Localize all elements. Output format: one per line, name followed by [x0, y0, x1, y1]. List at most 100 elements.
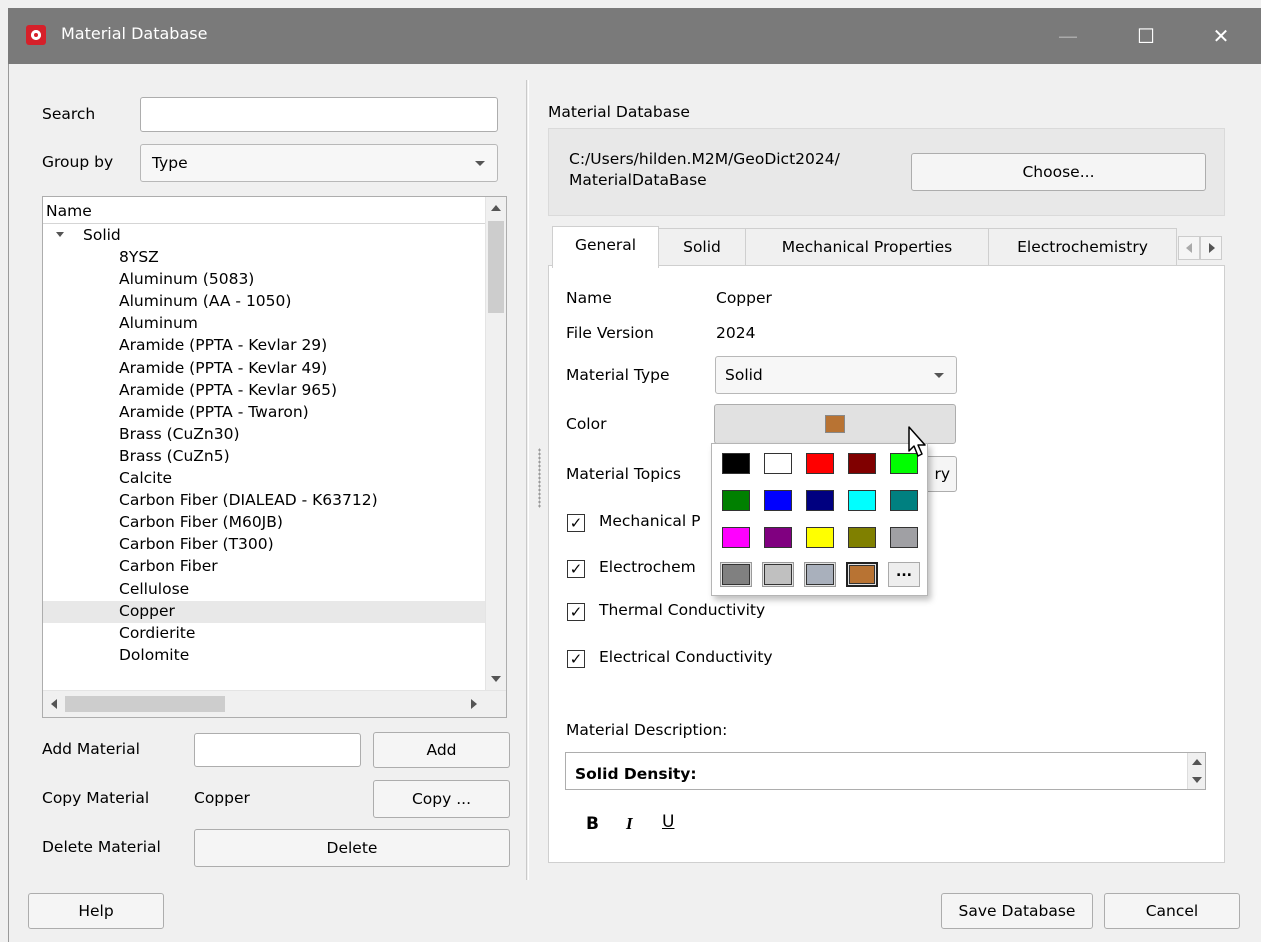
- bold-button[interactable]: B: [586, 814, 599, 834]
- scroll-up-icon[interactable]: [491, 205, 501, 211]
- scroll-up-icon[interactable]: [1192, 759, 1202, 765]
- color-swatch[interactable]: [762, 525, 794, 550]
- color-swatch[interactable]: [846, 488, 878, 513]
- material-description-editor[interactable]: Solid Density:: [565, 752, 1206, 790]
- tree-item[interactable]: Aramide (PPTA - Twaron): [43, 402, 485, 424]
- database-path-box: C:/Users/hilden.M2M/GeoDict2024/ Materia…: [548, 128, 1225, 216]
- minimize-button[interactable]: —: [1045, 18, 1091, 54]
- more-colors-button[interactable]: ...: [888, 562, 920, 587]
- delete-material-label: Delete Material: [42, 838, 161, 856]
- search-input[interactable]: [140, 97, 498, 132]
- scroll-down-icon[interactable]: [491, 676, 501, 682]
- italic-button[interactable]: I: [626, 814, 633, 834]
- tree-item[interactable]: 8YSZ: [43, 247, 485, 269]
- underline-button[interactable]: U: [662, 812, 674, 832]
- scroll-right-icon[interactable]: [471, 699, 477, 709]
- tree-item[interactable]: Carbon Fiber (T300): [43, 534, 485, 556]
- color-swatch[interactable]: [846, 525, 878, 550]
- close-button[interactable]: ✕: [1198, 18, 1244, 54]
- scroll-down-icon[interactable]: [1192, 777, 1202, 783]
- color-swatch[interactable]: [720, 488, 752, 513]
- splitter-grip-icon[interactable]: [538, 448, 541, 508]
- tree-item[interactable]: Copper: [43, 600, 485, 623]
- copy-material-label: Copy Material: [42, 789, 150, 807]
- database-path-line1: C:/Users/hilden.M2M/GeoDict2024/: [569, 150, 840, 168]
- electrochem-checkbox[interactable]: ✓: [567, 560, 585, 578]
- help-button[interactable]: Help: [28, 893, 164, 929]
- color-swatch-fill: [722, 453, 750, 474]
- tree-item[interactable]: Carbon Fiber (M60JB): [43, 512, 485, 534]
- database-path: C:/Users/hilden.M2M/GeoDict2024/ Materia…: [569, 149, 840, 191]
- color-swatch[interactable]: [804, 525, 836, 550]
- color-swatch[interactable]: [888, 525, 920, 550]
- save-database-button[interactable]: Save Database: [941, 893, 1093, 929]
- tree-item[interactable]: Aluminum: [43, 313, 485, 335]
- copy-button[interactable]: Copy ...: [373, 780, 510, 818]
- color-palette-popup: ...: [711, 443, 928, 596]
- tree-item[interactable]: Aramide (PPTA - Kevlar 965): [43, 380, 485, 402]
- thermal-checkbox[interactable]: ✓: [567, 603, 585, 621]
- copy-material-value: Copper: [194, 789, 250, 807]
- color-swatch[interactable]: [888, 488, 920, 513]
- groupby-value: Type: [152, 154, 188, 172]
- tree-item[interactable]: Aramide (PPTA - Kevlar 49): [43, 358, 485, 380]
- delete-button[interactable]: Delete: [194, 829, 510, 867]
- color-swatch[interactable]: [804, 451, 836, 476]
- tree-item[interactable]: Aramide (PPTA - Kevlar 29): [43, 335, 485, 357]
- tree-item[interactable]: Aluminum (5083): [43, 269, 485, 291]
- tab-general[interactable]: General: [552, 226, 659, 268]
- color-swatch[interactable]: [762, 488, 794, 513]
- groupby-select[interactable]: Type: [140, 144, 498, 182]
- color-swatch[interactable]: [846, 451, 878, 476]
- color-swatch-fill: [806, 490, 834, 511]
- electrical-checkbox[interactable]: ✓: [567, 650, 585, 668]
- tree-item[interactable]: Cellulose: [43, 579, 485, 601]
- color-swatch[interactable]: [804, 562, 836, 587]
- tab-scroll-right-button[interactable]: [1200, 236, 1222, 260]
- tree-horizontal-scrollbar[interactable]: [43, 690, 506, 717]
- name-label: Name: [566, 289, 612, 307]
- material-type-select[interactable]: Solid: [715, 356, 957, 394]
- tree-item[interactable]: Carbon Fiber: [43, 556, 485, 578]
- scroll-thumb[interactable]: [488, 221, 504, 313]
- expand-arrow-icon[interactable]: [56, 232, 64, 237]
- cancel-button[interactable]: Cancel: [1104, 893, 1240, 929]
- tab-electrochemistry[interactable]: Electrochemistry: [988, 228, 1177, 266]
- splitter[interactable]: [526, 80, 529, 880]
- color-swatch[interactable]: [762, 562, 794, 587]
- tree-group-solid[interactable]: Solid: [43, 225, 485, 247]
- tree-item[interactable]: Aluminum (AA - 1050): [43, 291, 485, 313]
- maximize-button[interactable]: ☐: [1123, 18, 1169, 54]
- tab-scroll-left-button[interactable]: [1178, 236, 1200, 260]
- add-material-input[interactable]: [194, 733, 361, 767]
- tree-item[interactable]: Carbon Fiber (DIALEAD - K63712): [43, 490, 485, 512]
- scroll-left-icon[interactable]: [51, 699, 57, 709]
- tree-item[interactable]: Cordierite: [43, 623, 485, 645]
- app-icon: [26, 25, 46, 45]
- color-swatch[interactable]: [720, 525, 752, 550]
- tree-item[interactable]: Brass (CuZn5): [43, 446, 485, 468]
- tree-item[interactable]: Dolomite: [43, 645, 485, 667]
- color-swatch[interactable]: [720, 451, 752, 476]
- material-tree[interactable]: Name Solid 8YSZ Aluminum (5083) Aluminum (…: [42, 196, 507, 718]
- add-button[interactable]: Add: [373, 732, 510, 768]
- color-swatch[interactable]: [804, 488, 836, 513]
- groupby-label: Group by: [42, 153, 114, 171]
- search-label: Search: [42, 105, 96, 123]
- tab-solid[interactable]: Solid: [658, 228, 746, 266]
- description-scrollbar[interactable]: [1187, 753, 1205, 789]
- hscroll-thumb[interactable]: [65, 696, 225, 712]
- tree-item[interactable]: Brass (CuZn30): [43, 424, 485, 446]
- color-label: Color: [566, 415, 607, 433]
- tree-item[interactable]: Calcite: [43, 468, 485, 490]
- arrow-right-icon: [1209, 243, 1215, 253]
- name-value: Copper: [716, 289, 772, 307]
- tree-header[interactable]: Name: [43, 197, 485, 224]
- color-swatch[interactable]: [720, 562, 752, 587]
- tab-mechanical-properties[interactable]: Mechanical Properties: [745, 228, 989, 266]
- color-swatch[interactable]: [762, 451, 794, 476]
- tree-vertical-scrollbar[interactable]: [485, 197, 506, 690]
- choose-button[interactable]: Choose...: [911, 153, 1206, 191]
- mechanical-checkbox[interactable]: ✓: [567, 514, 585, 532]
- color-swatch[interactable]: [846, 562, 878, 587]
